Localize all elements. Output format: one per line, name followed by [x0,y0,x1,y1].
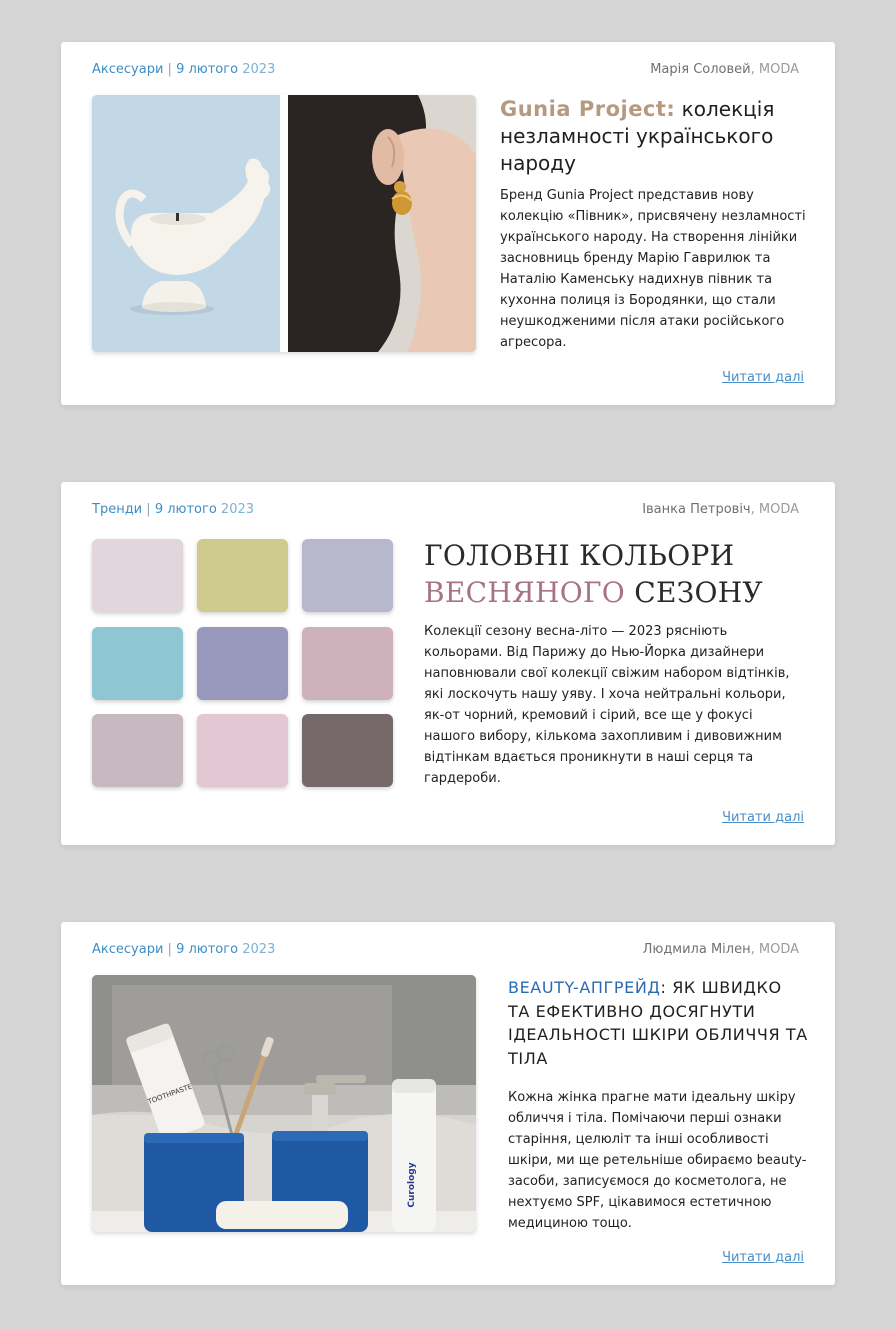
article-card-gunia: Аксесуари | 9 лютого 2023 Марія Соловей,… [61,42,835,405]
category-link[interactable]: Тренди [92,502,142,517]
color-swatch [197,714,288,787]
author-name: Іванка Петровіч [642,502,751,517]
article-title[interactable]: ГОЛОВНІ КОЛЬОРИ ВЕСНЯНОГО СЕЗОНУ [424,537,804,611]
bottle-label: Curology [407,1162,417,1207]
read-more-link[interactable]: Читати далі [722,1250,804,1265]
article-year: 2023 [242,942,276,957]
category-link[interactable]: Аксесуари [92,62,163,77]
title-accent: Gunia Project: [500,97,676,121]
color-swatch-grid [92,539,393,789]
color-swatch [92,714,183,787]
author-name: Людмила Мілен [642,942,751,957]
meta-separator: | [167,942,172,957]
article-excerpt: Кожна жінка прагне мати ідеальну шкіру о… [508,1090,807,1231]
article-author: Людмила Мілен, MODA [643,942,799,957]
color-swatch [92,627,183,700]
article-date: 9 лютого [154,502,217,517]
article-year: 2023 [242,62,276,77]
color-swatch [197,627,288,700]
bathroom-products-photo: TOOTHPASTE Curology [92,975,476,1232]
article-meta: Тренди | 9 лютого 2023 [92,502,254,517]
color-swatch [302,714,393,787]
title-rest: СЕЗОНУ [625,576,763,609]
article-title[interactable]: BEAUTY-АПГРЕЙД: ЯК ШВИДКО ТА ЕФЕКТИВНО Д… [508,976,808,1070]
color-swatch [92,539,183,612]
read-more-link[interactable]: Читати далі [722,370,804,385]
meta-separator: | [167,62,172,77]
article-author: Марія Соловей, MODA [650,62,799,77]
article-date: 9 лютого [176,62,239,77]
article-meta: Аксесуари | 9 лютого 2023 [92,942,275,957]
title-accent: ВЕСНЯНОГО [424,576,626,609]
article-date: 9 лютого [176,942,239,957]
article-card-beauty: Аксесуари | 9 лютого 2023 Людмила Мілен,… [61,922,835,1285]
publication-name: , MODA [750,942,799,957]
rooster-candle-photo [92,95,280,352]
article-image[interactable]: TOOTHPASTE Curology [92,975,476,1232]
title-line-1: ГОЛОВНІ КОЛЬОРИ [424,539,735,572]
color-swatch [302,627,393,700]
publication-name: , MODA [750,62,799,77]
color-swatch [302,539,393,612]
meta-separator: | [146,502,151,517]
article-image[interactable] [92,95,476,352]
article-card-colors: Тренди | 9 лютого 2023 Іванка Петровіч, … [61,482,835,845]
color-swatch [197,539,288,612]
author-name: Марія Соловей [650,62,751,77]
article-excerpt: Бренд Gunia Project представив нову коле… [500,188,806,350]
article-title[interactable]: Gunia Project: колекція незламності укра… [500,96,810,177]
category-link[interactable]: Аксесуари [92,942,163,957]
article-excerpt: Колекції сезону весна-літо — 2023 ряснію… [424,624,790,786]
article-meta: Аксесуари | 9 лютого 2023 [92,62,275,77]
publication-name: , MODA [750,502,799,517]
article-year: 2023 [220,502,255,517]
title-accent: BEAUTY-АПГРЕЙД [508,978,661,997]
article-author: Іванка Петровіч, MODA [642,502,799,517]
earring-model-photo [288,95,476,352]
read-more-link[interactable]: Читати далі [722,810,804,825]
